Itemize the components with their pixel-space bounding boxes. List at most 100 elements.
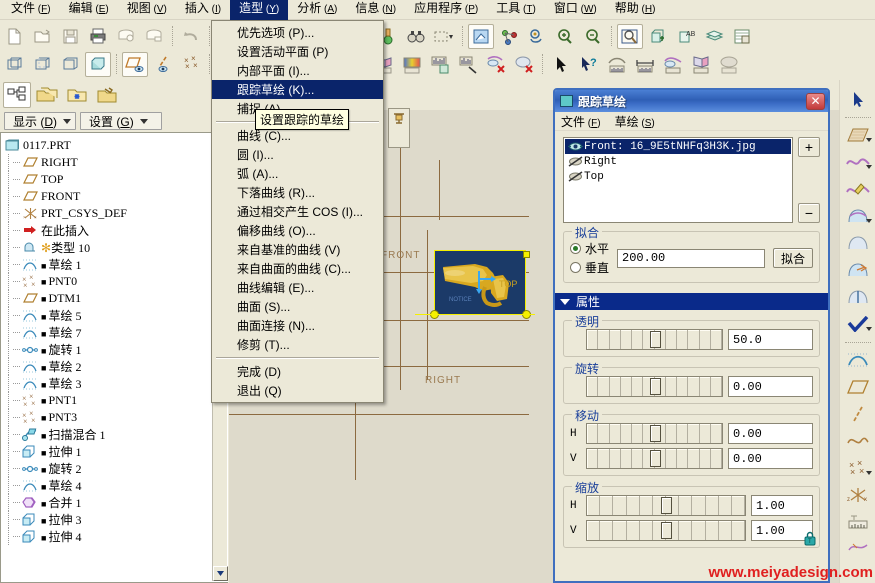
menu-4[interactable]: 造型 (Y) xyxy=(230,0,289,20)
fit-vertical-radio[interactable]: 垂直 xyxy=(570,259,609,276)
slider-grip[interactable] xyxy=(661,497,672,514)
datum-axis-display-button[interactable] xyxy=(150,52,176,77)
lock-icon[interactable]: T xyxy=(802,531,818,547)
scroll-down-button[interactable] xyxy=(213,566,228,581)
shaded-curve-button[interactable] xyxy=(660,52,686,77)
tree-structure-icon[interactable] xyxy=(3,82,31,108)
save-button[interactable] xyxy=(57,24,83,49)
trace-list-item[interactable]: Right xyxy=(565,154,791,169)
move-h-value[interactable]: 0.00 xyxy=(728,423,813,444)
print-button[interactable] xyxy=(85,24,111,49)
delete-view-button[interactable] xyxy=(483,52,509,77)
folder-star-icon[interactable] xyxy=(63,82,91,108)
add-trace-button[interactable]: + xyxy=(798,137,820,157)
select-arrow-icon[interactable] xyxy=(843,86,873,112)
menu-item-0[interactable]: 优先选项 (P)... xyxy=(212,23,383,42)
viewport-pin-button[interactable] xyxy=(388,108,410,148)
zoom-in-button[interactable] xyxy=(552,24,578,49)
save-view-button[interactable] xyxy=(427,52,453,77)
surface-trim-icon[interactable] xyxy=(843,284,873,310)
menu-item-15[interactable]: 曲面连接 (N)... xyxy=(212,316,383,335)
slider-grip[interactable] xyxy=(649,425,661,442)
properties-header[interactable]: 属性 xyxy=(555,293,828,310)
open-file-button[interactable] xyxy=(29,24,55,49)
tree-root[interactable]: 0117.PRT xyxy=(3,137,213,154)
menu-item-14[interactable]: 曲面 (S)... xyxy=(212,297,383,316)
wireframe-display-button[interactable] xyxy=(1,52,27,77)
slider-grip[interactable] xyxy=(649,331,661,348)
trace-handle-top-right[interactable] xyxy=(523,251,530,258)
curve-display-button[interactable] xyxy=(604,52,630,77)
undo-button[interactable] xyxy=(178,24,204,49)
scale-h-value[interactable]: 1.00 xyxy=(751,495,813,516)
measure-button[interactable] xyxy=(455,52,481,77)
menu-item-13[interactable]: 曲线编辑 (E)... xyxy=(212,278,383,297)
styling-menu-dropdown[interactable]: 优先选项 (P)... 设置活动平面 (P) 内部平面 (I)... 跟踪草绘 (K)… xyxy=(211,20,384,403)
menu-item-3[interactable]: 跟踪草绘 (K)... xyxy=(212,80,383,99)
find-button[interactable] xyxy=(403,24,429,49)
tree-item[interactable]: × × PRT_CSYS_DEF xyxy=(3,205,213,222)
active-plane-icon[interactable] xyxy=(843,122,873,148)
eye-hidden-icon[interactable] xyxy=(567,170,584,183)
tree-item[interactable]: × × × × ■ PNT3 xyxy=(3,409,213,426)
trace-list-item[interactable]: Top xyxy=(565,169,791,184)
tree-item[interactable]: ■ 拉伸 4 xyxy=(3,528,213,545)
menu-9[interactable]: 窗口 (W) xyxy=(545,0,606,20)
menu-item-12[interactable]: 来自曲面的曲线 (C)... xyxy=(212,259,383,278)
tree-item[interactable]: ■ 旋转 2 xyxy=(3,460,213,477)
folders-icon[interactable] xyxy=(33,82,61,108)
dialog-menu-1[interactable]: 草绘 (S) xyxy=(615,113,655,130)
dialog-menu-0[interactable]: 文件 (F) xyxy=(561,113,601,130)
tree-item[interactable]: ■ 旋转 1 xyxy=(3,341,213,358)
trace-sketch-dialog[interactable]: 跟踪草绘 ✕ 文件 (F) 草绘 (S) Front: 16_9E5tNHFq3H… xyxy=(553,88,830,583)
menu-item-9[interactable]: 通过相交产生 COS (I)... xyxy=(212,202,383,221)
datum-point-icon[interactable]: × × × × xyxy=(843,455,873,481)
scale-h-slider[interactable] xyxy=(586,495,746,516)
no-hidden-display-button[interactable] xyxy=(57,52,83,77)
shaded-display-button[interactable] xyxy=(85,51,111,77)
layer-insert-button[interactable] xyxy=(645,24,671,49)
menu-item-16[interactable]: 修剪 (T)... xyxy=(212,335,383,354)
send-mail-alt-button[interactable] xyxy=(141,24,167,49)
select-arrow-button[interactable] xyxy=(548,52,574,77)
tree-item[interactable]: ■ 草绘 3 xyxy=(3,375,213,392)
drill-trace-image[interactable]: NOTICE TOP xyxy=(434,250,526,315)
spin-center-button[interactable] xyxy=(496,24,522,49)
menu-item-1[interactable]: 设置活动平面 (P) xyxy=(212,42,383,61)
surface-plain-icon[interactable] xyxy=(843,230,873,256)
close-icon[interactable]: ✕ xyxy=(806,92,825,110)
datum-point-display-button[interactable]: × × × × xyxy=(178,52,204,77)
tree-item[interactable]: ■ 草绘 4 xyxy=(3,477,213,494)
menu-8[interactable]: 工具 (T) xyxy=(487,0,545,20)
tree-item[interactable]: ■ 草绘 5 xyxy=(3,307,213,324)
menu-7[interactable]: 应用程序 (P) xyxy=(405,0,487,20)
selection-box-button[interactable] xyxy=(431,24,457,49)
select-query-button[interactable]: ? xyxy=(576,52,602,77)
eye-visible-icon[interactable] xyxy=(567,140,584,153)
refit-button[interactable] xyxy=(617,23,643,49)
show-dropdown[interactable]: 显示 (D) xyxy=(4,112,76,130)
layers-button[interactable] xyxy=(701,24,727,49)
tree-item[interactable]: TOP xyxy=(3,171,213,188)
move-v-slider[interactable] xyxy=(586,448,723,469)
dimension-display-button[interactable] xyxy=(632,52,658,77)
slider-grip[interactable] xyxy=(661,522,672,539)
eye-hidden-icon[interactable] xyxy=(567,155,584,168)
model-player-button[interactable] xyxy=(729,24,755,49)
tree-item[interactable]: ■ 草绘 7 xyxy=(3,324,213,341)
analysis-curve-icon[interactable] xyxy=(843,536,873,562)
menu-5[interactable]: 分析 (A) xyxy=(288,0,346,20)
transparency-slider[interactable] xyxy=(586,329,723,350)
analysis-measure-icon[interactable] xyxy=(843,509,873,535)
menu-item-7[interactable]: 弧 (A)... xyxy=(212,164,383,183)
menu-item-11[interactable]: 来自基准的曲线 (V) xyxy=(212,240,383,259)
scale-v-slider[interactable] xyxy=(586,520,746,541)
shaded-surface-button[interactable] xyxy=(716,52,742,77)
menu-2[interactable]: 视图 (V) xyxy=(118,0,176,20)
new-file-button[interactable] xyxy=(1,24,27,49)
settings-dropdown[interactable]: 设置 (G) xyxy=(80,112,162,130)
curve-icon[interactable] xyxy=(843,149,873,175)
tree-item[interactable]: RIGHT xyxy=(3,154,213,171)
menu-item-17[interactable]: 完成 (D) xyxy=(212,362,383,381)
shading-gallery-button[interactable] xyxy=(399,52,425,77)
